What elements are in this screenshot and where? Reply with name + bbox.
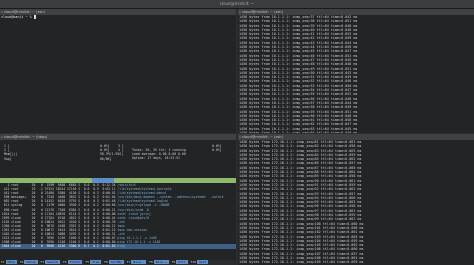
text-cursor (33, 15, 36, 19)
pane-top-right[interactable]: × cloud@minikit: ~ (zsh) 1456 bytes from… (238, 9, 474, 133)
meter-l: Swp[ (4, 156, 12, 161)
fkey-label[interactable]: Nice + (153, 260, 169, 264)
close-pane-icon[interactable]: × (239, 10, 241, 13)
ping-output[interactable]: 1456 bytes from 172.16.1.1: icmp_seq=81 … (239, 140, 473, 265)
fkey-label[interactable]: Tree (90, 260, 102, 264)
process-list[interactable]: 1 root 20 0 159M 9480 6684 S 0.0 0.5 0:1… (0, 183, 236, 249)
fkey-label[interactable]: Search (45, 260, 60, 264)
pane-top-left[interactable]: × cloud@minikit: ~ (zsh) cloud@kanji ~ % (0, 9, 236, 133)
close-pane-icon[interactable]: × (1, 135, 3, 138)
pane-bottom-left[interactable]: × cloud@minikit: ~ (htop) 1 [0.0%] 3 [0.0… (0, 134, 236, 265)
terminal-window: cloud@minikit: ~ × cloud@minikit: ~ (zsh… (0, 0, 474, 265)
fkey-label[interactable]: Filter (67, 260, 83, 264)
process-command: htop (117, 244, 125, 249)
window-title: cloud@minikit: ~ (219, 1, 255, 6)
function-key-bar: F1 Help F2 Setup F3 Search F4 Filter F5 Tree F6 Sor… (0, 260, 236, 265)
meter-row: Swp[ 0K/0K] (4, 157, 228, 161)
title-bar[interactable]: cloud@minikit: ~ (0, 0, 474, 17)
htop-summary: Tasks: 26, 35 thr; 1 running Load averag… (132, 148, 186, 161)
pane-content[interactable]: cloud@kanji ~ % (1, 15, 235, 133)
fkey-f10[interactable]: F10 (189, 260, 197, 264)
process-row[interactable]: 1604 cloud 20 0 9508 4156 3360 R 0.7 0.2… (0, 244, 236, 249)
process-fields: 1604 cloud 20 0 9508 4156 3360 R 0.7 0.2… (0, 244, 118, 249)
ping-line: 1456 bytes from 172.16.1.1: icmp_seq=109… (239, 260, 364, 265)
pane-header[interactable]: × cloud@minikit: ~ (htop) (0, 134, 236, 140)
fkey-label[interactable]: Nice - (131, 260, 147, 264)
ping-output[interactable]: 1456 bytes from 10.1.1.1: icmp_seq=37 tt… (239, 15, 473, 133)
pane-title: cloud@minikit: ~ (htop) (4, 135, 48, 139)
ping-line: 1456 bytes from 10.1.1.1: icmp_seq=64 tt… (239, 131, 473, 133)
fkey-label[interactable]: Quit (197, 260, 209, 264)
htop-meters: 1 [0.0%] 3 [0.0%] 2 [0.0%] 4 [0.0%] Mem[||| 9… (4, 144, 228, 179)
pane-bottom-right[interactable]: × cloud@minikit: ~ (zsh) 1456 bytes from… (238, 134, 474, 265)
fkey-f1[interactable]: F1 (0, 260, 6, 264)
close-pane-icon[interactable]: × (1, 10, 3, 13)
fkey-label[interactable]: SortBy (108, 260, 124, 264)
shell-prompt: cloud@kanji ~ % (1, 15, 32, 19)
fkey-label[interactable]: Help (5, 260, 17, 264)
meter-v: 0K/0K] (100, 156, 112, 161)
fkey-label[interactable]: Setup (24, 260, 38, 264)
close-pane-icon[interactable]: × (239, 135, 241, 138)
fkey-f4[interactable]: F4 (61, 260, 68, 264)
fkey-label[interactable]: Kill (176, 260, 188, 264)
